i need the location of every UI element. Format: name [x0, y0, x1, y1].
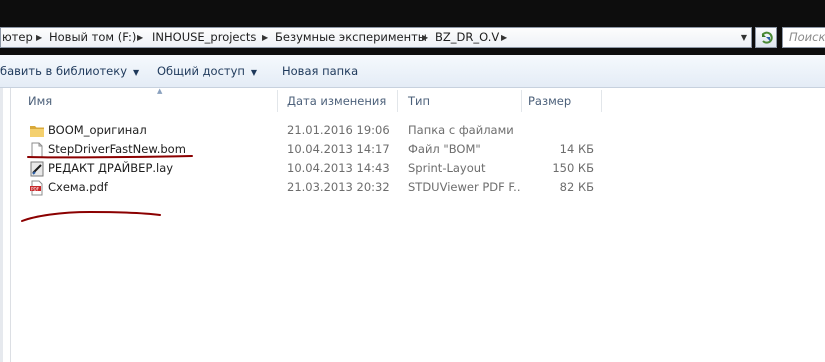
- file-name: Схема.pdf: [48, 180, 108, 194]
- folder-icon: [30, 126, 44, 137]
- file-name: StepDriverFastNew.bom: [48, 142, 186, 156]
- breadcrumb-separator-icon[interactable]: ▶: [36, 28, 42, 47]
- sprint-layout-icon: [30, 161, 44, 177]
- file-type: Папка с файлами: [408, 123, 514, 137]
- file-size: 150 КБ: [552, 161, 594, 175]
- navigation-pane-scrollbar[interactable]: [0, 88, 3, 362]
- share-label: Общий доступ: [157, 64, 245, 78]
- address-row: ютер ▶ Новый том (F:) ▶ INHOUSE_projects…: [0, 22, 825, 55]
- file-row[interactable]: BOOM_оригинал 21.01.2016 19:06 Папка с ф…: [11, 121, 611, 140]
- file-date: 21.03.2013 20:32: [287, 180, 390, 194]
- file-type: STDUViewer PDF F...: [408, 180, 520, 194]
- sort-ascending-icon: ▲: [157, 87, 163, 95]
- file-date: 21.01.2016 19:06: [287, 123, 390, 137]
- column-header-name[interactable]: Имя: [28, 88, 52, 114]
- file-row[interactable]: PDF Схема.pdf 21.03.2013 20:32 STDUViewe…: [11, 178, 611, 197]
- breadcrumb-inhouse-projects[interactable]: INHOUSE_projects: [152, 28, 256, 47]
- file-row[interactable]: StepDriverFastNew.bom 10.04.2013 14:17 Ф…: [11, 140, 611, 159]
- chevron-down-icon: ▼: [133, 68, 140, 77]
- chevron-down-icon: ▼: [250, 68, 258, 77]
- search-input[interactable]: Поиск: [782, 27, 825, 48]
- file-name: РЕДАКТ ДРАЙВЕР.lay: [48, 161, 174, 175]
- add-to-library-label: бавить в библиотеку: [0, 64, 127, 78]
- column-divider[interactable]: [277, 90, 278, 112]
- breadcrumb-drive-f[interactable]: Новый том (F:): [49, 28, 136, 47]
- column-header-date[interactable]: Дата изменения: [287, 88, 386, 114]
- new-folder-button[interactable]: Новая папка: [282, 55, 358, 88]
- column-header-type[interactable]: Тип: [408, 88, 430, 114]
- refresh-button[interactable]: [755, 27, 777, 48]
- document-icon: [31, 142, 43, 158]
- add-to-library-button[interactable]: бавить в библиотеку ▼: [0, 55, 139, 88]
- window-title-bar: [0, 0, 825, 22]
- file-row[interactable]: РЕДАКТ ДРАЙВЕР.lay 10.04.2013 14:43 Spri…: [11, 159, 611, 178]
- command-toolbar: бавить в библиотеку ▼ Общий доступ ▼ Новая…: [0, 55, 825, 88]
- column-header-size[interactable]: Размер: [528, 88, 571, 114]
- address-history-dropdown-icon[interactable]: ▼: [737, 28, 751, 47]
- breadcrumb-separator-icon[interactable]: ▶: [501, 28, 507, 47]
- file-type: Файл "BOM": [408, 142, 481, 156]
- breadcrumb-crazy-experiments[interactable]: Безумные эксперименты: [275, 28, 427, 47]
- underline-annotation: [21, 210, 161, 222]
- file-size: 14 КБ: [559, 142, 594, 156]
- address-bar[interactable]: ютер ▶ Новый том (F:) ▶ INHOUSE_projects…: [0, 27, 752, 48]
- file-type: Sprint-Layout: [408, 161, 486, 175]
- breadcrumb-computer[interactable]: ютер: [2, 28, 33, 47]
- pdf-icon: PDF: [30, 180, 43, 196]
- column-divider[interactable]: [521, 90, 522, 112]
- breadcrumb-separator-icon[interactable]: ▶: [137, 28, 143, 47]
- share-button[interactable]: Общий доступ ▼: [157, 55, 257, 88]
- breadcrumb-separator-icon[interactable]: ▶: [262, 28, 268, 47]
- breadcrumb-separator-icon[interactable]: ▶: [422, 28, 428, 47]
- file-date: 10.04.2013 14:17: [287, 142, 390, 156]
- breadcrumb-current-folder[interactable]: BZ_DR_O.V: [435, 28, 499, 47]
- refresh-icon: [761, 31, 773, 44]
- new-folder-label: Новая папка: [282, 64, 359, 78]
- file-size: 82 КБ: [559, 180, 594, 194]
- column-divider[interactable]: [397, 90, 398, 112]
- svg-text:PDF: PDF: [31, 186, 40, 191]
- file-date: 10.04.2013 14:43: [287, 161, 390, 175]
- file-name: BOOM_оригинал: [48, 123, 147, 137]
- column-header-row: ▲ Имя Дата изменения Тип Размер: [11, 87, 825, 114]
- column-divider[interactable]: [601, 90, 602, 112]
